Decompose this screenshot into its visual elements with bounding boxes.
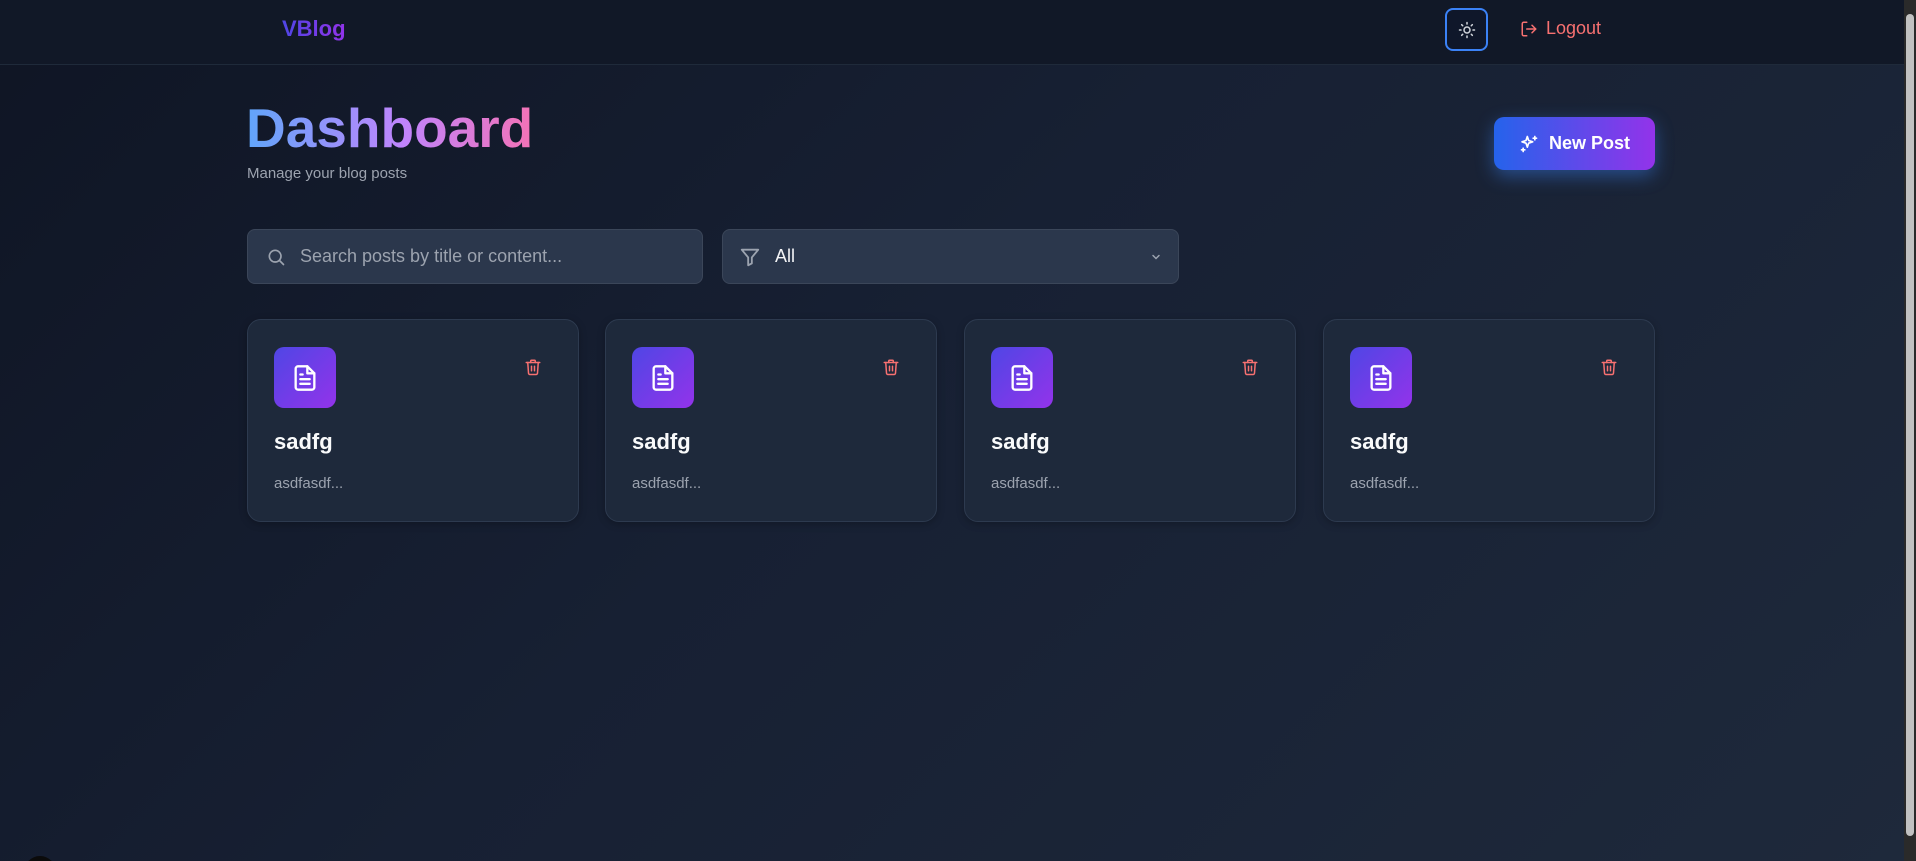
page-title: Dashboard <box>246 97 534 159</box>
page: VBlog Logout Dashboard Manage your blog … <box>0 0 1916 861</box>
post-title: sadfg <box>632 429 691 454</box>
post-title: sadfg <box>991 429 1050 454</box>
delete-post-button[interactable] <box>1239 355 1261 379</box>
sun-icon <box>1458 21 1475 38</box>
post-excerpt: asdfasdf... <box>991 475 1061 492</box>
new-post-label: New Post <box>1548 133 1631 153</box>
post-card[interactable]: sadfg asdfasdf... <box>964 319 1296 522</box>
logout-icon <box>1521 21 1537 36</box>
trash-icon <box>525 359 541 376</box>
file-text-icon <box>294 364 316 391</box>
post-title: sadfg <box>1350 429 1409 454</box>
post-excerpt: asdfasdf... <box>274 475 344 492</box>
search-box <box>247 229 703 284</box>
logout-button[interactable]: Logout <box>1520 18 1601 39</box>
post-icon-badge <box>1350 347 1412 408</box>
delete-post-button[interactable] <box>522 355 544 379</box>
filter-icon <box>740 248 760 266</box>
trash-icon <box>883 359 899 376</box>
search-icon <box>268 249 285 265</box>
post-icon-badge <box>274 347 336 408</box>
chevron-down-icon <box>1152 254 1160 260</box>
scrollbar-thumb[interactable] <box>1906 14 1914 836</box>
post-icon-badge <box>991 347 1053 408</box>
file-text-icon <box>1011 364 1033 391</box>
post-grid: sadfg asdfasdf... sadfg asdfasdf... sadf… <box>247 319 1655 522</box>
sparkles-icon <box>1520 135 1538 152</box>
trash-icon <box>1601 359 1617 376</box>
file-text-icon <box>1370 364 1392 391</box>
post-title: sadfg <box>274 429 333 454</box>
logo[interactable]: VBlog <box>282 16 346 42</box>
search-input[interactable] <box>300 246 680 267</box>
vertical-scrollbar[interactable] <box>1904 0 1916 861</box>
post-icon-badge <box>632 347 694 408</box>
floating-action-dot[interactable] <box>24 856 56 861</box>
post-card[interactable]: sadfg asdfasdf... <box>1323 319 1655 522</box>
delete-post-button[interactable] <box>1598 355 1620 379</box>
page-subtitle: Manage your blog posts <box>247 165 408 182</box>
post-excerpt: asdfasdf... <box>632 475 702 492</box>
delete-post-button[interactable] <box>880 355 902 379</box>
category-filter-select[interactable]: All <box>722 229 1179 284</box>
logout-label: Logout <box>1546 18 1602 38</box>
top-navbar: VBlog Logout <box>0 0 1904 65</box>
post-card[interactable]: sadfg asdfasdf... <box>605 319 937 522</box>
post-excerpt: asdfasdf... <box>1350 475 1420 492</box>
new-post-button[interactable]: New Post <box>1494 117 1655 170</box>
trash-icon <box>1242 359 1258 376</box>
file-text-icon <box>652 364 674 391</box>
filter-selected-value: All <box>775 246 796 266</box>
post-card[interactable]: sadfg asdfasdf... <box>247 319 579 522</box>
theme-toggle-button[interactable] <box>1445 8 1488 51</box>
